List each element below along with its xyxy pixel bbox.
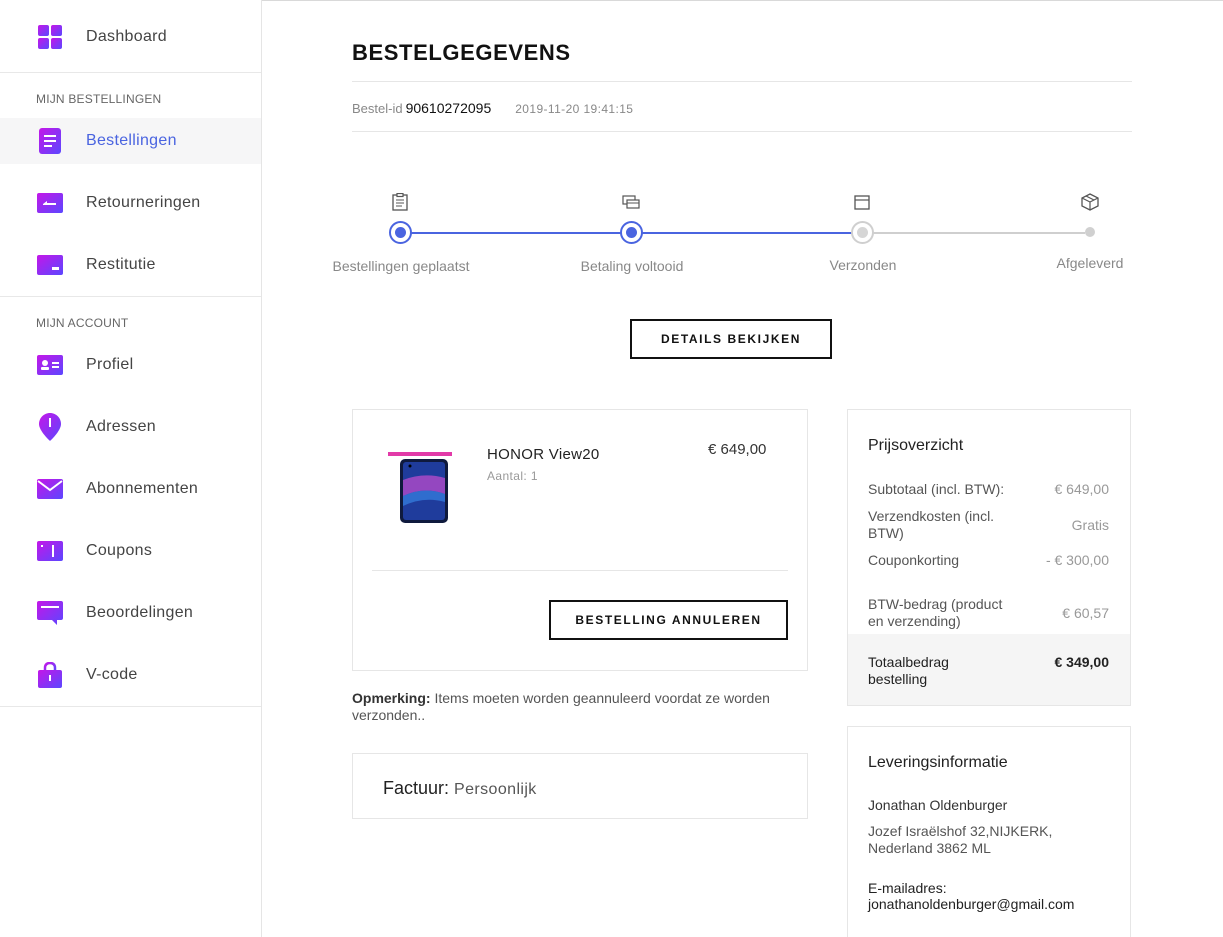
invoice-label: Factuur: [383,778,450,798]
refund-icon [37,252,63,278]
step-dot-done [620,221,643,244]
sidebar-item-label: Restitutie [86,256,156,273]
product-name[interactable]: HONOR View20 [487,446,600,463]
order-meta: Bestel-id 90610272095 2019-11-20 19:41:15 [352,100,633,116]
email-label: E-mailadres: [868,880,947,896]
coupon-icon [37,538,63,564]
sidebar-item-profiel[interactable]: Profiel [0,342,261,388]
view-details-button[interactable]: DETAILS BEKIJKEN [630,319,832,359]
sidebar-item-label: Profiel [86,356,134,373]
subtotal-label: Subtotaal (incl. BTW): [868,481,1005,497]
sidebar-item-restitutie[interactable]: Restitutie [0,242,261,288]
delivery-address: Jozef Israëlshof 32,NIJKERK, Nederland 3… [868,823,1053,856]
returns-icon [37,190,63,216]
subtotal-value: € 649,00 [1054,481,1110,497]
product-image[interactable] [386,450,454,526]
sidebar-item-adressen[interactable]: Adressen [0,404,261,450]
step-dot-done [389,221,412,244]
sidebar-divider [0,296,261,297]
vat-value: € 60,57 [1062,605,1109,621]
invoice-info: Factuur: Persoonlijk [383,778,537,799]
sidebar-item-coupons[interactable]: Coupons [0,528,261,574]
header-divider [352,81,1132,82]
sidebar-item-label: Bestellingen [86,132,177,149]
lock-bag-icon [37,662,63,688]
sidebar-divider [0,706,261,707]
product-quantity: Aantal: 1 [487,469,538,483]
page-title: BESTELGEGEVENS [352,40,571,65]
sidebar-item-label: Retourneringen [86,194,201,211]
sidebar: Dashboard MIJN BESTELLINGEN Bestellingen… [0,0,262,937]
progress-line-pending [873,232,1085,234]
shipping-value: Gratis [1071,517,1109,533]
order-id: 90610272095 [405,100,492,116]
sidebar-item-label: Beoordelingen [86,604,194,621]
sidebar-divider [0,72,261,73]
sidebar-item-label: Dashboard [86,28,167,45]
sidebar-item-bestellingen[interactable]: Bestellingen [0,118,261,164]
package-icon [1081,193,1099,211]
cancel-order-button[interactable]: BESTELLING ANNULEREN [549,600,788,640]
section-title-orders: MIJN BESTELLINGEN [36,92,162,106]
total-value: € 349,00 [1054,654,1110,670]
step-dot-pending [851,221,874,244]
email-value: jonathanoldenburger@gmail.com [868,896,1075,912]
orders-icon [37,128,63,154]
dashboard-grid-icon [37,24,63,50]
payment-card-icon [622,195,640,213]
shipping-label: Verzendkosten (incl. BTW) [868,508,995,541]
cancel-note: Opmerking: Items moeten worden geannulee… [352,690,802,724]
step-label: Betaling voltooid [580,258,684,274]
price-overview-title: Prijsoverzicht [868,437,964,454]
step-label: Verzonden [829,257,897,273]
sidebar-item-label: V-code [86,666,138,683]
location-pin-icon [37,413,63,441]
sidebar-item-abonnementen[interactable]: Abonnementen [0,466,261,512]
sidebar-item-vcode[interactable]: V-code [0,652,261,698]
box-icon [854,194,872,212]
vat-label: BTW-bedrag (product en verzending) [868,596,1003,629]
sidebar-item-label: Abonnementen [86,480,199,497]
sidebar-item-label: Coupons [86,542,153,559]
order-datetime: 2019-11-20 19:41:15 [515,102,634,116]
delivery-name: Jonathan Oldenburger [868,797,1008,813]
sidebar-item-label: Adressen [86,418,156,435]
sidebar-item-beoordelingen[interactable]: Beoordelingen [0,590,261,636]
sidebar-item-dashboard[interactable]: Dashboard [0,14,261,60]
coupon-discount-value: - € 300,00 [1045,552,1109,568]
sidebar-item-retourneringen[interactable]: Retourneringen [0,180,261,226]
product-price: € 649,00 [708,441,767,458]
coupon-discount-label: Couponkorting [868,552,960,568]
progress-line-done [641,232,852,234]
meta-divider [352,131,1132,132]
review-icon [37,600,63,626]
step-dot-pending [1085,227,1095,237]
total-label: Totaalbedrag bestelling [868,654,949,687]
profile-card-icon [37,352,63,378]
note-label: Opmerking: [352,690,431,706]
step-label: Bestellingen geplaatst [332,258,470,274]
invoice-value: Persoonlijk [454,781,537,798]
delivery-title: Leveringsinformatie [868,754,1008,771]
clipboard-icon [392,192,410,211]
section-title-account: MIJN ACCOUNT [36,316,129,330]
product-divider [372,570,788,571]
progress-line-done [411,232,621,234]
order-id-label: Bestel-id [352,101,403,116]
mail-icon [37,476,63,502]
step-label: Afgeleverd [1056,255,1124,271]
